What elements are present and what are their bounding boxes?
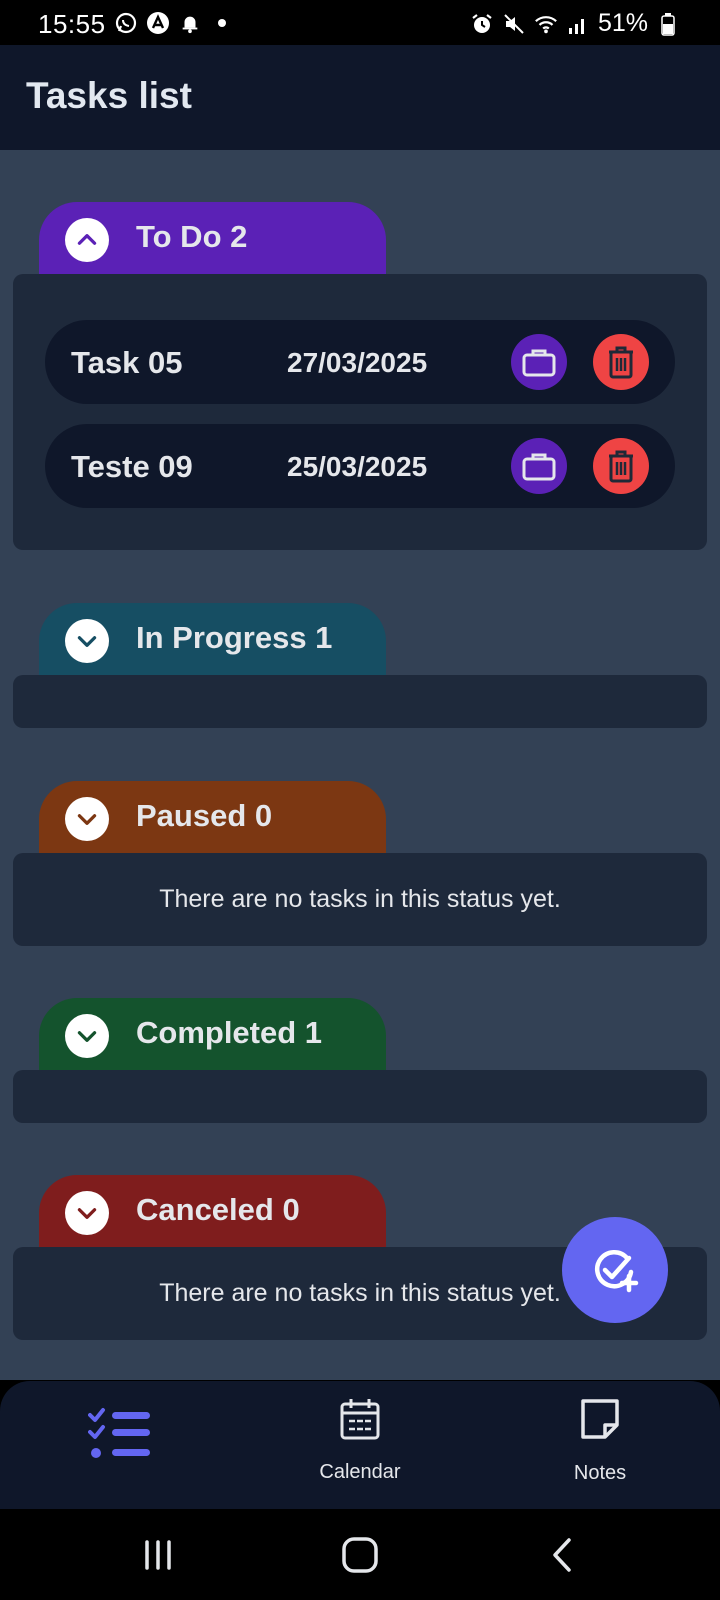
task-name: Task 05	[71, 345, 183, 380]
task-list-icon	[88, 1407, 152, 1466]
more-notifications-dot-icon	[210, 11, 234, 35]
system-status: 51%	[470, 9, 680, 38]
task-panel-todo: Task 05 27/03/2025 Teste 09 25/03/2025	[13, 274, 707, 550]
task-row[interactable]: Task 05 27/03/2025	[45, 320, 675, 404]
status-time: 15:55	[38, 9, 106, 39]
note-icon	[579, 1397, 621, 1446]
task-panel-in-progress	[13, 675, 707, 728]
wifi-icon	[534, 12, 558, 36]
bottom-navigation: Calendar Notes	[0, 1381, 720, 1509]
task-panel-paused: There are no tasks in this status yet.	[13, 853, 707, 946]
notification-icons	[114, 11, 234, 35]
section-header-completed[interactable]: Completed 1	[39, 998, 386, 1070]
chevron-down-icon[interactable]	[65, 1014, 109, 1058]
chevron-up-icon[interactable]	[65, 218, 109, 262]
section-title: Completed 1	[136, 1015, 323, 1050]
add-task-button[interactable]	[562, 1217, 668, 1323]
back-icon[interactable]	[544, 1533, 580, 1577]
nav-calendar[interactable]: Calendar	[240, 1381, 480, 1509]
task-name: Teste 09	[71, 449, 193, 484]
section-title: Paused 0	[136, 798, 273, 833]
whatsapp-icon	[114, 11, 138, 35]
chevron-down-icon[interactable]	[65, 619, 109, 663]
nav-tasks[interactable]	[0, 1381, 240, 1509]
section-title: In Progress 1	[136, 620, 333, 655]
trash-icon[interactable]	[593, 334, 649, 390]
task-date: 25/03/2025	[287, 451, 428, 482]
nav-notes[interactable]: Notes	[480, 1381, 720, 1509]
chevron-down-icon[interactable]	[65, 797, 109, 841]
status-bar: 15:55 51%	[0, 0, 720, 45]
mute-icon	[502, 12, 526, 36]
home-icon[interactable]	[338, 1533, 382, 1577]
section-title: Canceled 0	[136, 1192, 300, 1227]
signal-icon	[566, 12, 590, 36]
task-row[interactable]: Teste 09 25/03/2025	[45, 424, 675, 508]
add-task-icon	[589, 1244, 641, 1296]
nav-label: Calendar	[319, 1461, 401, 1483]
section-header-canceled[interactable]: Canceled 0	[39, 1175, 386, 1247]
nav-label: Notes	[573, 1462, 627, 1484]
task-date: 27/03/2025	[287, 347, 428, 378]
section-title: To Do 2	[136, 219, 248, 254]
system-navigation-bar	[0, 1509, 720, 1600]
battery-icon	[656, 12, 680, 36]
bell-icon	[178, 11, 202, 35]
section-header-paused[interactable]: Paused 0	[39, 781, 386, 853]
chevron-down-icon[interactable]	[65, 1191, 109, 1235]
alarm-icon	[470, 12, 494, 36]
status-sections[interactable]: To Do 2 Task 05 27/03/2025 Teste 09 25/0…	[0, 150, 720, 1380]
section-header-in-progress[interactable]: In Progress 1	[39, 603, 386, 675]
page-title: Tasks list	[26, 75, 192, 116]
task-panel-completed	[13, 1070, 707, 1123]
section-header-todo[interactable]: To Do 2	[39, 202, 386, 274]
empty-state-text: There are no tasks in this status yet.	[159, 885, 561, 913]
briefcase-icon[interactable]	[511, 438, 567, 494]
battery-percent: 51%	[597, 9, 648, 37]
recent-apps-icon[interactable]	[138, 1533, 178, 1577]
trash-icon[interactable]	[593, 438, 649, 494]
briefcase-icon[interactable]	[511, 334, 567, 390]
calendar-icon	[338, 1397, 382, 1446]
app-header: Tasks list	[0, 45, 720, 150]
app-notification-icon	[146, 11, 170, 35]
